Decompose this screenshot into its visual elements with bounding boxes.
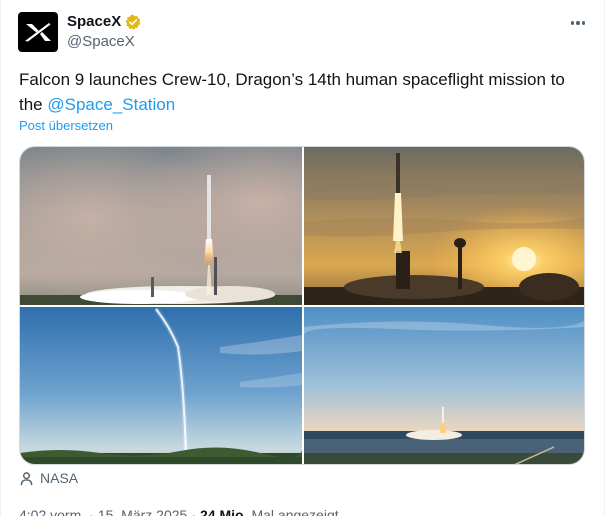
account-handle[interactable]: @SpaceX xyxy=(67,33,135,50)
more-options-button[interactable] xyxy=(568,14,588,32)
launch-photo-4[interactable] xyxy=(304,307,584,464)
media-grid xyxy=(19,146,585,465)
meta-separator: · xyxy=(89,507,94,516)
translate-link[interactable]: Post übersetzen xyxy=(19,118,113,133)
media-credit: NASA xyxy=(19,470,78,486)
display-name[interactable]: SpaceX xyxy=(67,13,121,30)
name-row: SpaceX xyxy=(67,13,141,30)
more-dot-icon xyxy=(581,21,586,25)
launch-photo-1[interactable] xyxy=(20,147,302,305)
verified-badge-icon[interactable] xyxy=(125,14,141,30)
person-icon xyxy=(20,471,33,485)
media-credit-name[interactable]: NASA xyxy=(40,470,78,486)
views-label: Mal angezeigt xyxy=(251,507,339,516)
spacex-logo-icon xyxy=(25,23,51,42)
more-dot-icon xyxy=(576,21,580,25)
launch-photo-2[interactable] xyxy=(304,147,584,305)
tweet-text: Falcon 9 launches Crew-10, Dragon’s 14th… xyxy=(19,67,589,117)
tweet-date[interactable]: 15. März 2025 xyxy=(98,507,188,516)
launch-photo-3[interactable] xyxy=(20,307,302,464)
avatar[interactable] xyxy=(18,12,58,52)
views-count: 24 Mio. xyxy=(199,507,248,516)
launch-photo-4-image xyxy=(304,307,584,464)
more-dot-icon xyxy=(570,21,575,25)
tweet-time[interactable]: 4:02 vorm. xyxy=(19,507,85,516)
tweet-card: SpaceX @SpaceX Falcon 9 launches Crew-10… xyxy=(0,0,605,516)
meta-separator: · xyxy=(191,507,196,516)
tweet-meta: 4:02 vorm. · 15. März 2025 · 24 Mio. Mal… xyxy=(19,507,339,516)
launch-photo-2-image xyxy=(304,147,584,305)
mention-link[interactable]: @Space_Station xyxy=(47,95,175,114)
launch-photo-1-image xyxy=(20,147,302,305)
tweet-header: SpaceX @SpaceX xyxy=(18,12,588,54)
launch-photo-3-image xyxy=(20,307,302,464)
